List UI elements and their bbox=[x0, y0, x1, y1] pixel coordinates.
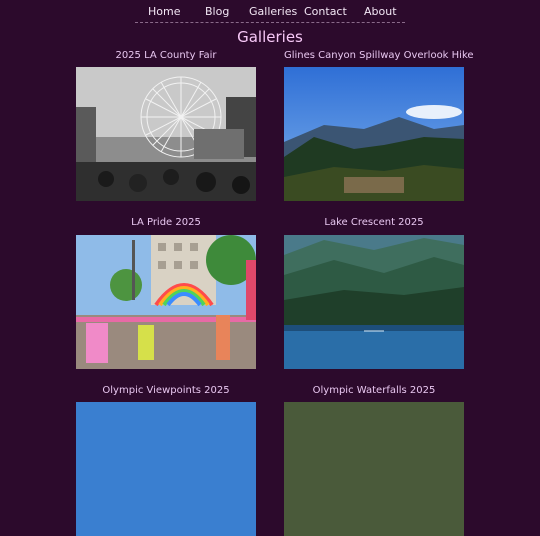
gallery-thumbnail-la-pride[interactable] bbox=[76, 235, 256, 369]
gallery-title[interactable]: Olympic Viewpoints 2025 bbox=[76, 385, 256, 396]
nav-galleries-link[interactable]: Galleries bbox=[249, 5, 297, 18]
gallery-title[interactable]: LA Pride 2025 bbox=[76, 217, 256, 228]
gallery-thumbnail-glines-canyon[interactable] bbox=[284, 67, 464, 201]
gallery-thumbnail-lake-crescent[interactable] bbox=[284, 235, 464, 369]
nav-blog-link[interactable]: Blog bbox=[205, 5, 229, 18]
gallery-thumbnail-la-county-fair[interactable] bbox=[76, 67, 256, 201]
gallery-title[interactable]: Olympic Waterfalls 2025 bbox=[284, 385, 464, 396]
gallery-thumbnail-olympic-viewpoints[interactable] bbox=[76, 402, 256, 536]
nav-about-link[interactable]: About bbox=[364, 5, 397, 18]
gallery-thumbnail-olympic-waterfalls[interactable] bbox=[284, 402, 464, 536]
page-title: Galleries bbox=[237, 28, 303, 46]
gallery-title[interactable]: Glines Canyon Spillway Overlook Hike bbox=[284, 50, 474, 61]
top-nav: Home Blog Galleries Contact About bbox=[135, 0, 405, 23]
nav-contact-link[interactable]: Contact bbox=[304, 5, 347, 18]
gallery-title[interactable]: 2025 LA County Fair bbox=[76, 50, 256, 61]
nav-home-link[interactable]: Home bbox=[148, 5, 180, 18]
gallery-title[interactable]: Lake Crescent 2025 bbox=[284, 217, 464, 228]
